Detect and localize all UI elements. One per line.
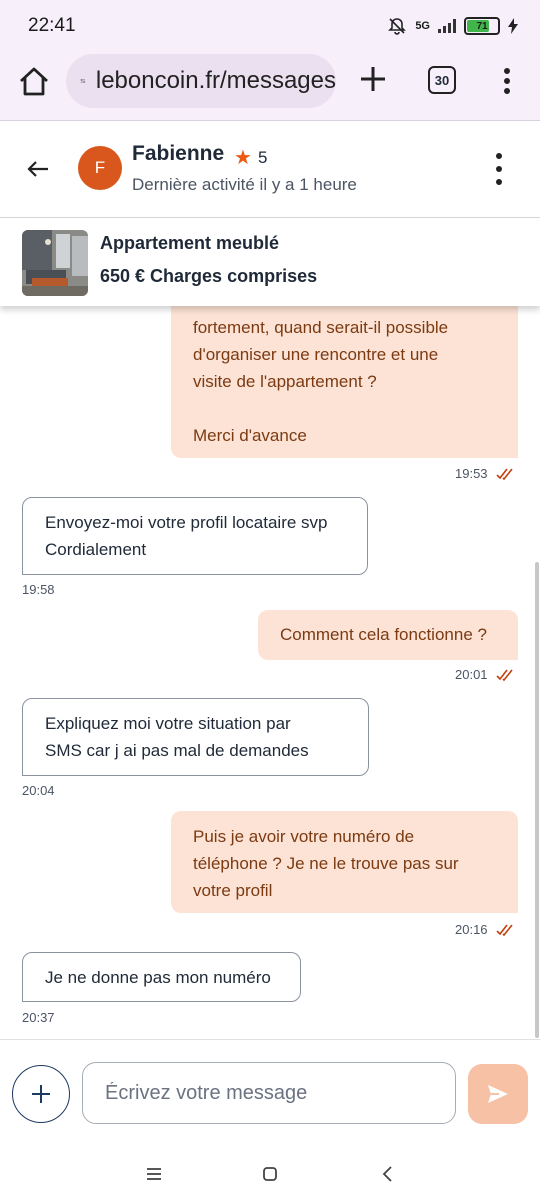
message-outgoing: Comment cela fonctionne ? xyxy=(258,610,518,660)
more-options-icon[interactable] xyxy=(490,150,508,190)
url-text: leboncoin.fr/messages xyxy=(95,67,336,94)
network-type: 5G xyxy=(415,20,430,32)
battery-icon: 71 xyxy=(464,17,500,35)
message-incoming: Envoyez-moi votre profil locataire svp C… xyxy=(22,497,368,575)
battery-level: 71 xyxy=(476,20,488,32)
back-button[interactable] xyxy=(373,1159,403,1189)
message-outgoing: fortement, quand serait-il possible d'or… xyxy=(171,306,518,458)
message-line: téléphone ? Je ne le trouve pas sur xyxy=(193,854,459,873)
message-line: Expliquez moi votre situation par xyxy=(45,714,291,733)
message-timestamp: 19:58 xyxy=(22,582,55,597)
send-icon xyxy=(488,1085,508,1103)
system-navigation-bar xyxy=(0,1149,540,1200)
message-input[interactable] xyxy=(82,1062,456,1124)
home-icon[interactable] xyxy=(16,64,52,100)
listing-title: Appartement meublé xyxy=(100,233,280,253)
message-thread[interactable]: fortement, quand serait-il possible d'or… xyxy=(0,306,540,1038)
message-time: 20:16 xyxy=(455,922,514,937)
send-button[interactable] xyxy=(468,1064,528,1124)
message-line: fortement, quand serait-il possible xyxy=(193,318,449,337)
home-button[interactable] xyxy=(255,1159,285,1189)
message-composer xyxy=(0,1039,540,1150)
message-line: Comment cela fonctionne ? xyxy=(280,625,487,644)
read-receipt-icon xyxy=(495,468,513,480)
browser-menu-icon[interactable] xyxy=(497,66,517,96)
read-receipt-icon xyxy=(495,669,513,681)
browser-toolbar: leboncoin.fr/messages 30 xyxy=(0,52,540,121)
recent-apps-button[interactable] xyxy=(139,1159,169,1189)
star-icon: ★ xyxy=(234,147,252,169)
status-icons: 5G 71 xyxy=(387,16,518,36)
last-activity: Dernière activité il y a 1 heure xyxy=(132,175,357,194)
new-tab-icon[interactable] xyxy=(356,62,390,96)
message-line: Puis je avoir votre numéro de xyxy=(193,827,415,846)
chevron-left-icon xyxy=(382,1166,392,1182)
status-bar: 22:41 5G 71 xyxy=(0,0,540,52)
address-bar[interactable]: leboncoin.fr/messages xyxy=(66,54,336,108)
message-line: Cordialement xyxy=(45,540,147,559)
listing-thumbnail xyxy=(22,230,88,296)
listing-card[interactable]: Appartement meublé 650 € Charges compris… xyxy=(0,218,540,306)
avatar[interactable]: F xyxy=(78,146,122,190)
status-time: 22:41 xyxy=(28,15,76,36)
site-settings-icon[interactable] xyxy=(80,70,86,92)
message-line: visite de l'appartement ? xyxy=(193,372,377,391)
message-line: SMS car j ai pas mal de demandes xyxy=(45,741,309,760)
read-receipt-icon xyxy=(495,924,513,936)
scrollbar[interactable] xyxy=(535,562,539,1038)
back-arrow-icon[interactable] xyxy=(24,155,52,183)
message-timestamp: 20:16 xyxy=(455,922,488,937)
contact-name[interactable]: Fabienne xyxy=(132,142,224,166)
message-line: Merci d'avance xyxy=(193,426,307,445)
tab-switcher-button[interactable]: 30 xyxy=(428,66,456,94)
message-line xyxy=(193,395,496,422)
message-line: Je ne donne pas mon numéro xyxy=(45,968,271,987)
message-line: Envoyez-moi votre profil locataire svp xyxy=(45,513,328,532)
message-time: 19:53 xyxy=(455,466,514,481)
signal-icon xyxy=(438,19,456,33)
message-timestamp: 19:53 xyxy=(455,466,488,481)
message-outgoing: Puis je avoir votre numéro de téléphone … xyxy=(171,811,518,913)
message-line: d'organiser une rencontre et une xyxy=(193,345,439,364)
plus-icon xyxy=(32,1085,50,1103)
listing-price: 650 € Charges comprises xyxy=(100,266,318,286)
message-line: votre profil xyxy=(193,881,273,900)
bell-muted-icon xyxy=(388,18,407,35)
rating-value: 5 xyxy=(257,147,268,167)
message-timestamp: 20:01 xyxy=(455,667,488,682)
message-timestamp: 20:04 xyxy=(22,783,55,798)
attach-button[interactable] xyxy=(12,1065,70,1123)
message-time: 20:01 xyxy=(455,667,514,682)
message-incoming: Je ne donne pas mon numéro xyxy=(22,952,301,1002)
message-incoming: Expliquez moi votre situation par SMS ca… xyxy=(22,698,369,776)
square-icon xyxy=(263,1167,277,1181)
charging-icon xyxy=(508,18,518,34)
menu-lines-icon xyxy=(147,1168,161,1180)
rating: ★ 5 xyxy=(234,145,267,170)
message-timestamp: 20:37 xyxy=(22,1010,55,1025)
